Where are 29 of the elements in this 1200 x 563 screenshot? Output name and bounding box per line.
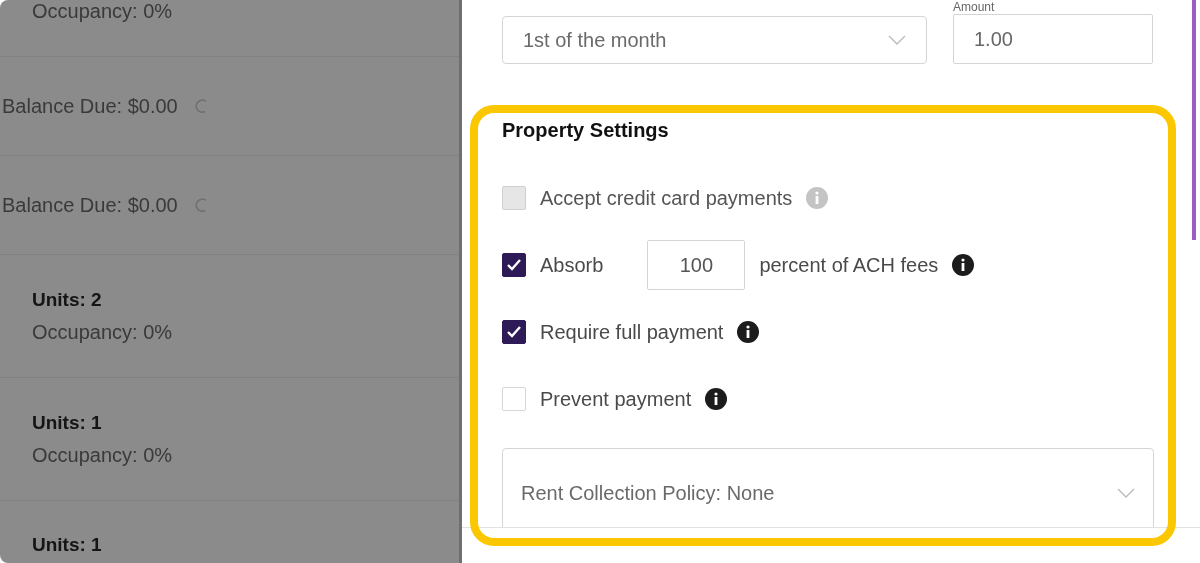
check-icon (506, 258, 522, 272)
occupancy-text: Occupancy: 0% (32, 443, 174, 467)
section-heading: Property Settings (502, 119, 670, 142)
info-icon[interactable] (705, 388, 728, 410)
option-label: Prevent payment (540, 387, 692, 411)
units-count: Units: 1 (32, 534, 103, 556)
amount-label: Amount (953, 0, 996, 14)
policy-select[interactable]: Rent Collection Policy: None (502, 448, 1154, 527)
option-label: Accept credit card payments (540, 186, 793, 210)
due-day-select[interactable]: 1st of the month (502, 16, 927, 64)
info-icon[interactable] (952, 254, 975, 276)
percent-field[interactable]: 100 (647, 240, 746, 290)
balance-due: Balance Due: $0.00 (2, 193, 178, 217)
occupancy-text: Occupancy: 0% (32, 0, 174, 23)
chevron-down-icon (888, 35, 906, 45)
amount-field[interactable]: 1.00 (953, 14, 1153, 64)
info-icon[interactable] (737, 321, 760, 343)
units-count: Units: 1 (32, 411, 103, 434)
occupancy-text: Occupancy: 0% (32, 320, 174, 344)
option-label: percent of ACH fees (759, 253, 939, 277)
balance-due: Balance Due: $0.00 (2, 94, 178, 118)
option-label: Require full payment (540, 320, 724, 344)
option-label: Absorb (540, 253, 604, 277)
units-count: Units: 2 (32, 288, 103, 311)
scrollbar[interactable] (1192, 0, 1196, 240)
check-icon (506, 325, 522, 339)
checkbox[interactable] (502, 320, 526, 344)
checkbox[interactable] (502, 253, 526, 277)
chevron-down-icon (1117, 488, 1135, 498)
